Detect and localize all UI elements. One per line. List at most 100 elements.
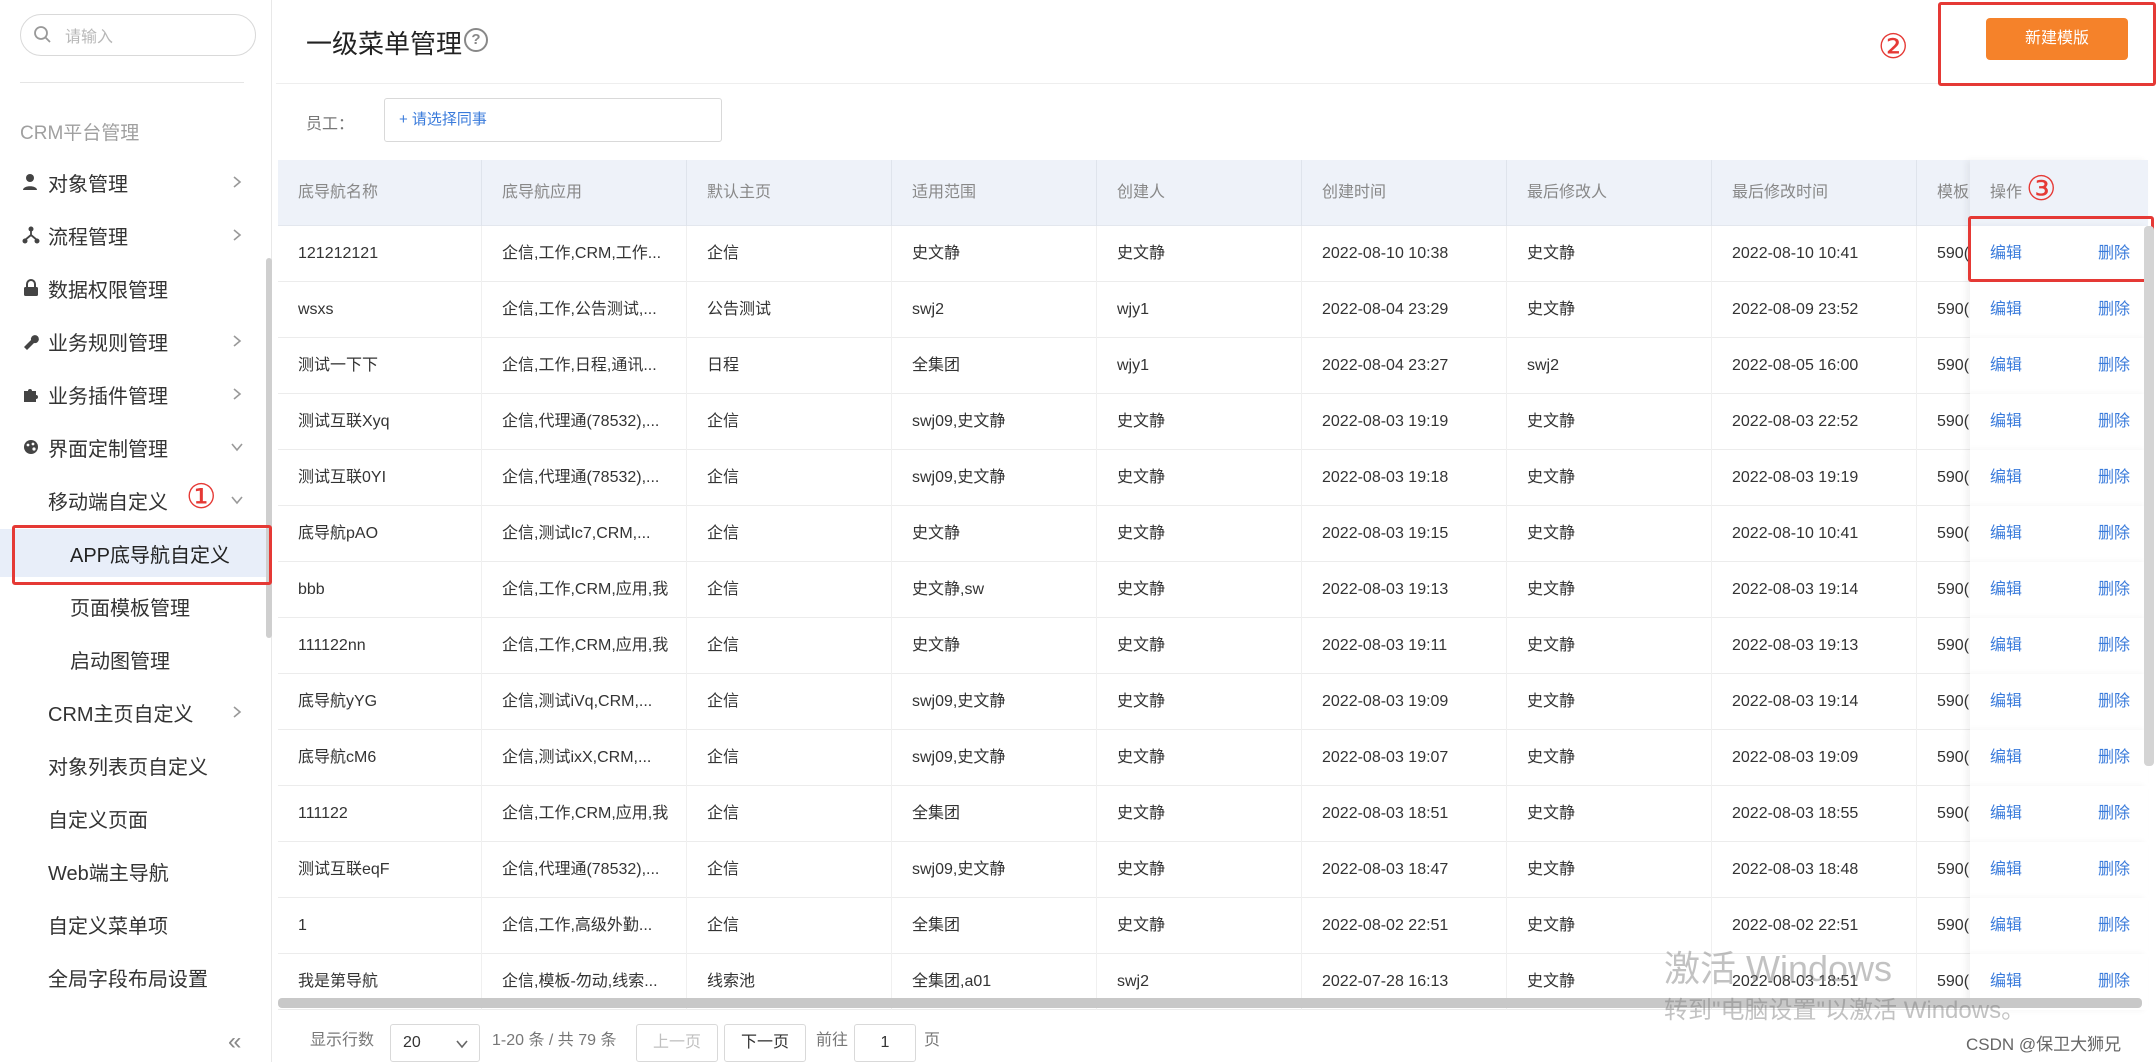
table-cell: 2022-08-03 19:13 <box>1712 618 1917 674</box>
actions-cell: 编辑 删除 <box>1970 394 2148 450</box>
table-cell: wjy1 <box>1097 338 1302 394</box>
filter-label: 员工： <box>306 116 355 133</box>
delete-link[interactable]: 删除 <box>2098 394 2130 450</box>
table-cell: 2022-08-09 23:52 <box>1712 282 1917 338</box>
help-icon[interactable]: ? <box>464 28 488 52</box>
edit-link[interactable]: 编辑 <box>1990 618 2022 674</box>
table-cell: 底导航pAO <box>278 506 482 562</box>
table-cell: 111122nn <box>278 618 482 674</box>
table-cell: 590( <box>1917 394 1977 450</box>
chevron-down-icon <box>231 443 243 452</box>
table-cell: 企信 <box>687 226 892 282</box>
delete-link[interactable]: 删除 <box>2098 842 2130 898</box>
sidebar-item-label: 页面模板管理 <box>70 597 190 620</box>
edit-link[interactable]: 编辑 <box>1990 394 2022 450</box>
edit-link[interactable]: 编辑 <box>1990 450 2022 506</box>
page-number-input[interactable]: 1 <box>854 1024 916 1062</box>
edit-link[interactable]: 编辑 <box>1990 562 2022 618</box>
delete-link[interactable]: 删除 <box>2098 674 2130 730</box>
delete-link[interactable]: 删除 <box>2098 450 2130 506</box>
sidebar-item-data-permission[interactable]: 数据权限管理 <box>0 264 272 312</box>
rows-per-page-select[interactable]: 20 <box>390 1024 480 1062</box>
table-cell: 全集团 <box>892 898 1097 954</box>
sidebar-item-splash[interactable]: 启动图管理 <box>0 635 272 683</box>
table-cell: 企信,测试iVq,CRM,... <box>482 674 687 730</box>
delete-link[interactable]: 删除 <box>2098 338 2130 394</box>
chevron-right-icon <box>233 335 242 347</box>
title-bar: 一级菜单管理 ? 新建模版 <box>276 0 2156 84</box>
actions-cell: 编辑 删除 <box>1970 786 2148 842</box>
sidebar-item-object-list[interactable]: 对象列表页自定义 <box>0 741 272 789</box>
edit-link[interactable]: 编辑 <box>1990 842 2022 898</box>
employee-select[interactable]: + 请选择同事 <box>384 98 722 142</box>
edit-link[interactable]: 编辑 <box>1990 730 2022 786</box>
sidebar-item-ui-custom[interactable]: 界面定制管理 <box>0 423 272 471</box>
page-summary: 1-20 条 / 共 79 条 <box>492 1032 617 1049</box>
edit-link[interactable]: 编辑 <box>1990 786 2022 842</box>
prev-page-button[interactable]: 上一页 <box>636 1024 718 1062</box>
sidebar-item-web-nav[interactable]: Web端主导航 <box>0 847 272 895</box>
table-cell: 111122 <box>278 786 482 842</box>
table-cell: 590( <box>1917 282 1977 338</box>
sidebar-item-flow[interactable]: 流程管理 <box>0 211 272 259</box>
table-vertical-scrollbar[interactable] <box>2144 226 2154 766</box>
table-row: 测试互联0YI 企信,代理通(78532),... 企信 swj09,史文静 史文静 20… <box>278 450 2148 506</box>
table-cell: 企信,代理通(78532),... <box>482 842 687 898</box>
next-page-button[interactable]: 下一页 <box>724 1024 806 1062</box>
sidebar-item-custom-page[interactable]: 自定义页面 <box>0 794 272 842</box>
table-cell: 史文静 <box>1507 730 1712 786</box>
table-cell: 史文静 <box>1097 394 1302 450</box>
collapse-sidebar-button[interactable]: « <box>228 1028 241 1056</box>
delete-link[interactable]: 删除 <box>2098 282 2130 338</box>
delete-link[interactable]: 删除 <box>2098 506 2130 562</box>
delete-link[interactable]: 删除 <box>2098 786 2130 842</box>
delete-link[interactable]: 删除 <box>2098 618 2130 674</box>
table-cell: 企信 <box>687 674 892 730</box>
wrench-icon <box>20 330 42 352</box>
table-cell: 企信 <box>687 562 892 618</box>
sidebar-item-page-template[interactable]: 页面模板管理 <box>0 582 272 630</box>
table-cell: 121212121 <box>278 226 482 282</box>
edit-link[interactable]: 编辑 <box>1990 898 2022 954</box>
sidebar-search[interactable]: 请输入 <box>20 14 256 56</box>
edit-link[interactable]: 编辑 <box>1990 282 2022 338</box>
column-header[interactable]: 底导航应用 <box>482 160 687 226</box>
sidebar-item-crm-home[interactable]: CRM主页自定义 <box>0 688 272 736</box>
column-header[interactable]: 最后修改人 <box>1507 160 1712 226</box>
chevron-right-icon <box>233 706 242 718</box>
table-cell: 企信,测试Ic7,CRM,... <box>482 506 687 562</box>
edit-link[interactable]: 编辑 <box>1990 506 2022 562</box>
table-cell: 企信 <box>687 842 892 898</box>
delete-link[interactable]: 删除 <box>2098 562 2130 618</box>
column-header[interactable]: 默认主页 <box>687 160 892 226</box>
column-header[interactable]: 创建人 <box>1097 160 1302 226</box>
table-cell: 史文静 <box>1097 618 1302 674</box>
sidebar-item-label: 启动图管理 <box>70 650 170 673</box>
column-header[interactable]: 创建时间 <box>1302 160 1507 226</box>
sidebar-item-business-plugin[interactable]: 业务插件管理 <box>0 370 272 418</box>
table-cell: 590( <box>1917 730 1977 786</box>
delete-link[interactable]: 删除 <box>2098 730 2130 786</box>
table-cell: swj09,史文静 <box>892 674 1097 730</box>
column-header[interactable]: 适用范围 <box>892 160 1097 226</box>
sidebar-item-custom-menu[interactable]: 自定义菜单项 <box>0 900 272 948</box>
table-cell: 史文静,sw <box>892 562 1097 618</box>
edit-link[interactable]: 编辑 <box>1990 338 2022 394</box>
table-cell: 企信 <box>687 394 892 450</box>
table-cell: 2022-08-03 19:14 <box>1712 674 1917 730</box>
table-cell: 2022-08-03 19:09 <box>1302 674 1507 730</box>
edit-link[interactable]: 编辑 <box>1990 674 2022 730</box>
sidebar-item-global-layout[interactable]: 全局字段布局设置 <box>0 953 272 1001</box>
sidebar-item-business-rule[interactable]: 业务规则管理 <box>0 317 272 365</box>
sidebar-item-object[interactable]: 对象管理 <box>0 158 272 206</box>
actions-cell: 编辑 删除 <box>1970 898 2148 954</box>
table-cell: 史文静 <box>1507 842 1712 898</box>
column-header[interactable]: 底导航名称 <box>278 160 482 226</box>
sidebar-item-label: 自定义页面 <box>48 809 148 832</box>
column-header[interactable]: 最后修改时间 <box>1712 160 1917 226</box>
table-cell: 2022-08-03 19:09 <box>1712 730 1917 786</box>
sidebar-item-mobile-custom[interactable]: 移动端自定义 <box>0 476 272 524</box>
annotation-box-3 <box>1968 216 2154 282</box>
table-cell: 史文静 <box>1507 674 1712 730</box>
delete-link[interactable]: 删除 <box>2098 898 2130 954</box>
